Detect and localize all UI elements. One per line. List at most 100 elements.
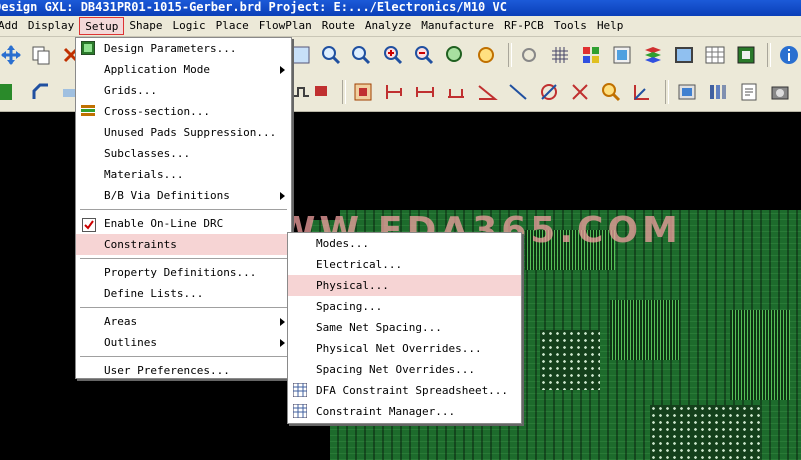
zoom-world-icon[interactable] xyxy=(350,44,372,66)
menu-item-physical-net-overrides[interactable]: Physical Net Overrides... xyxy=(288,338,521,359)
menu-item-label: Spacing... xyxy=(316,300,383,313)
menu-item-label: Physical... xyxy=(316,279,389,292)
angular-dimension-icon[interactable] xyxy=(476,81,498,103)
menu-item-unused-pads-suppression[interactable]: Unused Pads Suppression... xyxy=(76,122,291,143)
menu-item-label: Areas xyxy=(104,315,138,328)
library-icon[interactable] xyxy=(707,81,729,103)
menu-manufacture[interactable]: Manufacture xyxy=(416,17,499,35)
menu-item-user-preferences[interactable]: User Preferences... xyxy=(76,360,291,381)
menu-item-subclasses[interactable]: Subclasses... xyxy=(76,143,291,164)
info-icon[interactable] xyxy=(778,44,800,66)
menu-item-same-net-spacing[interactable]: Same Net Spacing... xyxy=(288,317,521,338)
odb-export-icon[interactable] xyxy=(676,81,698,103)
menu-item-materials[interactable]: Materials... xyxy=(76,164,291,185)
menu-item-outlines[interactable]: Outlines xyxy=(76,332,291,353)
menu-item-cross-section[interactable]: Cross-section... xyxy=(76,101,291,122)
menu-item-physical[interactable]: Physical... xyxy=(288,275,521,296)
menu-help[interactable]: Help xyxy=(592,17,629,35)
menu-item-constraint-manager[interactable]: Constraint Manager... xyxy=(288,401,521,422)
camera-icon[interactable] xyxy=(769,81,791,103)
menu-item-label: Application Mode xyxy=(104,63,210,76)
menu-item-design-parameters[interactable]: Design Parameters... xyxy=(76,38,291,59)
menu-display[interactable]: Display xyxy=(23,17,79,35)
submenu-arrow-icon xyxy=(280,192,285,200)
menu-rf-pcb[interactable]: RF-PCB xyxy=(499,17,549,35)
fillet-icon[interactable] xyxy=(631,81,653,103)
menu-item-dfa-constraint-spreadsheet[interactable]: DFA Constraint Spreadsheet... xyxy=(288,380,521,401)
menu-separator xyxy=(80,209,287,210)
menu-item-enable-online-drc[interactable]: Enable On-Line DRC xyxy=(76,213,291,234)
menu-item-label: B/B Via Definitions xyxy=(104,189,230,202)
menu-item-electrical[interactable]: Electrical... xyxy=(288,254,521,275)
leader-line-icon[interactable] xyxy=(507,81,529,103)
delay-tune-icon[interactable] xyxy=(290,81,312,103)
diameter-icon[interactable] xyxy=(538,81,560,103)
menu-add[interactable]: Add xyxy=(0,17,23,35)
toolbar-separator xyxy=(767,43,771,67)
component-block xyxy=(610,300,680,360)
menu-item-spacing[interactable]: Spacing... xyxy=(288,296,521,317)
show-measure-icon[interactable] xyxy=(352,81,374,103)
menu-item-application-mode[interactable]: Application Mode xyxy=(76,59,291,80)
menu-item-bb-via-definitions[interactable]: B/B Via Definitions xyxy=(76,185,291,206)
constraints-submenu: Modes... Electrical... Physical... Spaci… xyxy=(287,232,522,424)
menu-item-define-lists[interactable]: Define Lists... xyxy=(76,283,291,304)
menu-item-property-definitions[interactable]: Property Definitions... xyxy=(76,262,291,283)
menu-setup[interactable]: Setup xyxy=(79,17,125,35)
redraw-icon[interactable] xyxy=(475,44,497,66)
constraint-manager-toolbar-icon[interactable] xyxy=(673,44,695,66)
menu-item-modes[interactable]: Modes... xyxy=(288,233,521,254)
cross-section-icon xyxy=(81,105,95,116)
menu-separator xyxy=(80,258,287,259)
zoom-in-icon[interactable] xyxy=(382,44,404,66)
add-connect-icon[interactable] xyxy=(30,81,52,103)
toolbar-separator xyxy=(342,80,346,104)
menu-item-label: Modes... xyxy=(316,237,369,250)
menu-item-grids[interactable]: Grids... xyxy=(76,80,291,101)
color-palette-icon[interactable] xyxy=(580,44,602,66)
layer-visibility-icon[interactable] xyxy=(611,44,633,66)
radius-icon[interactable] xyxy=(569,81,591,103)
menu-item-label: Electrical... xyxy=(316,258,403,271)
checkbox-checked-icon[interactable] xyxy=(82,218,96,232)
chamfer-icon[interactable] xyxy=(600,81,622,103)
menu-item-constraints[interactable]: Constraints xyxy=(76,234,291,255)
report-icon[interactable] xyxy=(738,81,760,103)
menu-route[interactable]: Route xyxy=(317,17,360,35)
submenu-arrow-icon xyxy=(280,339,285,347)
menu-item-label: Design Parameters... xyxy=(104,42,237,55)
datum-dimension-icon[interactable] xyxy=(445,81,467,103)
move-icon[interactable] xyxy=(0,44,22,66)
zoom-fit-icon[interactable] xyxy=(320,44,342,66)
menu-item-label: Physical Net Overrides... xyxy=(316,342,482,355)
menu-place[interactable]: Place xyxy=(211,17,254,35)
dimension-icon[interactable] xyxy=(383,81,405,103)
bga-footprint xyxy=(540,330,600,390)
3d-view-icon[interactable] xyxy=(735,44,757,66)
linear-dimension-icon[interactable] xyxy=(414,81,436,103)
layers-stack-icon[interactable] xyxy=(642,44,664,66)
component-block xyxy=(730,310,790,400)
menu-item-label: DFA Constraint Spreadsheet... xyxy=(316,384,509,397)
zoom-points-icon[interactable] xyxy=(290,44,312,66)
menu-tools[interactable]: Tools xyxy=(549,17,592,35)
menu-logic[interactable]: Logic xyxy=(167,17,210,35)
menu-analyze[interactable]: Analyze xyxy=(360,17,416,35)
menu-shape[interactable]: Shape xyxy=(124,17,167,35)
copy-icon[interactable] xyxy=(30,44,52,66)
window-title-bar: Design GXL: DB431PR01-1015-Gerber.brd Pr… xyxy=(0,0,801,16)
grid-toggle-icon[interactable] xyxy=(549,44,571,66)
menu-item-areas[interactable]: Areas xyxy=(76,311,291,332)
menu-flowplan[interactable]: FlowPlan xyxy=(254,17,317,35)
toolbar-separator xyxy=(665,80,669,104)
zoom-previous-icon[interactable] xyxy=(444,44,466,66)
zoom-out-icon[interactable] xyxy=(413,44,435,66)
menu-item-spacing-net-overrides[interactable]: Spacing Net Overrides... xyxy=(288,359,521,380)
shadow-mode-icon[interactable] xyxy=(518,44,540,66)
bug-icon[interactable] xyxy=(310,81,332,103)
layer-color-icon[interactable] xyxy=(0,81,14,103)
submenu-arrow-icon xyxy=(280,66,285,74)
spreadsheet-icon xyxy=(293,383,307,397)
dfa-icon[interactable] xyxy=(704,44,726,66)
window-title: Design GXL: DB431PR01-1015-Gerber.brd Pr… xyxy=(0,0,507,14)
